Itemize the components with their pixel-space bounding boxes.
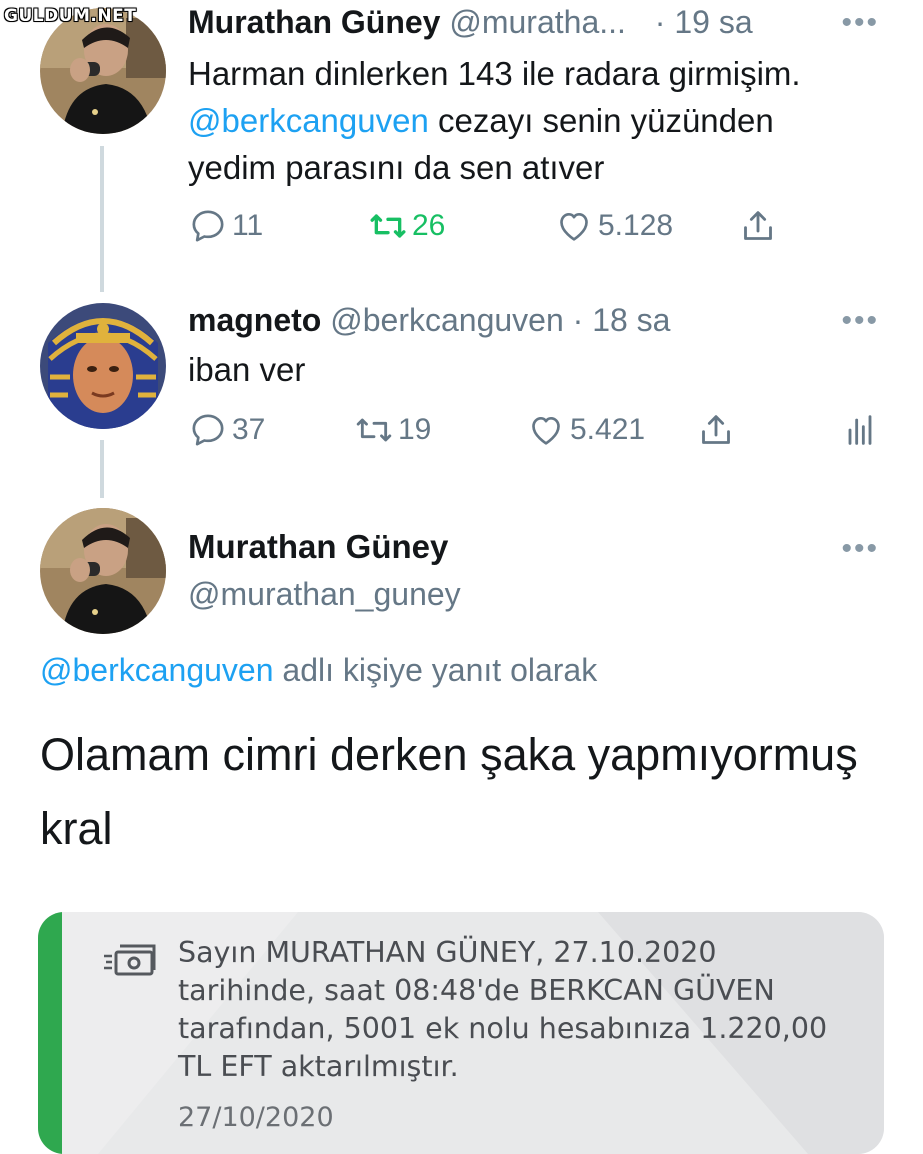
sms-accent-bar [38, 912, 62, 1154]
sms-date: 27/10/2020 [178, 1102, 334, 1133]
analytics-icon [848, 415, 872, 445]
sms-message: Sayın MURATHAN GÜNEY, 27.10.2020 tarihin… [178, 934, 858, 1086]
reply-count: 37 [232, 413, 266, 446]
mention-link[interactable]: @berkcanguven [188, 102, 429, 139]
retweet-count: 26 [412, 209, 446, 242]
sms-line: Sayın MURATHAN GÜNEY, 27.10.2020 [178, 936, 717, 969]
more-icon[interactable]: ••• [841, 304, 879, 338]
timestamp[interactable]: 18 sa [592, 302, 670, 338]
retweet-icon [356, 418, 392, 442]
more-icon[interactable]: ••• [841, 6, 879, 40]
mention-link[interactable]: @berkcanguven [40, 652, 274, 688]
display-name[interactable]: magneto [188, 302, 321, 338]
tweet-text: Olamam cimri derken şaka yapmıyormuş kra… [40, 729, 858, 854]
reply-button[interactable]: 37 [188, 410, 265, 450]
avatar[interactable] [40, 508, 166, 634]
share-icon [702, 415, 730, 444]
like-count: 5.128 [598, 209, 674, 242]
reply-icon [192, 210, 224, 242]
like-button[interactable]: 5.128 [554, 206, 673, 246]
sms-notification-image: Sayın MURATHAN GÜNEY, 27.10.2020 tarihin… [38, 912, 884, 1154]
sms-line: tarafından, 5001 ek nolu hesabınıza 1.22… [178, 1012, 828, 1045]
analytics-button[interactable] [840, 410, 884, 450]
reply-button[interactable]: 11 [188, 206, 263, 246]
retweet-count: 19 [398, 413, 432, 446]
like-count: 5.421 [570, 413, 646, 446]
avatar[interactable] [40, 8, 166, 134]
like-icon [532, 417, 560, 445]
retweet-button[interactable]: 19 [354, 410, 431, 450]
share-button[interactable] [696, 410, 740, 450]
reply-context-label: adlı kişiye yanıt olarak [282, 652, 598, 688]
more-icon[interactable]: ••• [841, 532, 879, 566]
sms-line: TL EFT aktarılmıştır. [178, 1050, 459, 1083]
separator-dot: · [654, 4, 666, 40]
timestamp[interactable]: 19 sa [674, 4, 752, 40]
reply-icon [192, 414, 224, 446]
display-name[interactable]: Murathan Güney [188, 528, 448, 566]
share-icon [744, 211, 772, 240]
like-button[interactable]: 5.421 [526, 410, 645, 450]
reply-count: 11 [232, 209, 264, 242]
tweet-header: magneto @berkcanguven · 18 sa [188, 302, 670, 339]
tweet-text: iban ver [188, 351, 306, 388]
separator-dot: · [572, 302, 584, 338]
share-button[interactable] [738, 206, 782, 246]
tweet-actions: 11 26 5.128 [0, 206, 923, 256]
tweet-actions: 37 19 5.421 [0, 410, 923, 460]
watermark-logo: GULDUM.NET [4, 6, 137, 26]
retweet-icon [370, 214, 406, 238]
tweet-text-part: Harman dinlerken 143 ile radara girmişim… [188, 55, 801, 92]
display-name[interactable]: Murathan Güney [188, 4, 440, 40]
tweet-header: Murathan Güney @muratha... · 19 sa [188, 4, 753, 41]
reply-context: @berkcanguven adlı kişiye yanıt olarak [40, 652, 597, 689]
retweet-button[interactable]: 26 [368, 206, 445, 246]
user-handle[interactable]: @muratha... [449, 4, 626, 40]
tweet-text: Harman dinlerken 143 ile radara girmişim… [188, 50, 868, 191]
money-icon [104, 944, 156, 976]
user-handle[interactable]: @berkcanguven [330, 302, 564, 338]
sms-line: tarihinde, saat 08:48'de BERKCAN GÜVEN [178, 974, 775, 1007]
user-handle[interactable]: @murathan_guney [188, 576, 461, 613]
like-icon [560, 213, 588, 241]
